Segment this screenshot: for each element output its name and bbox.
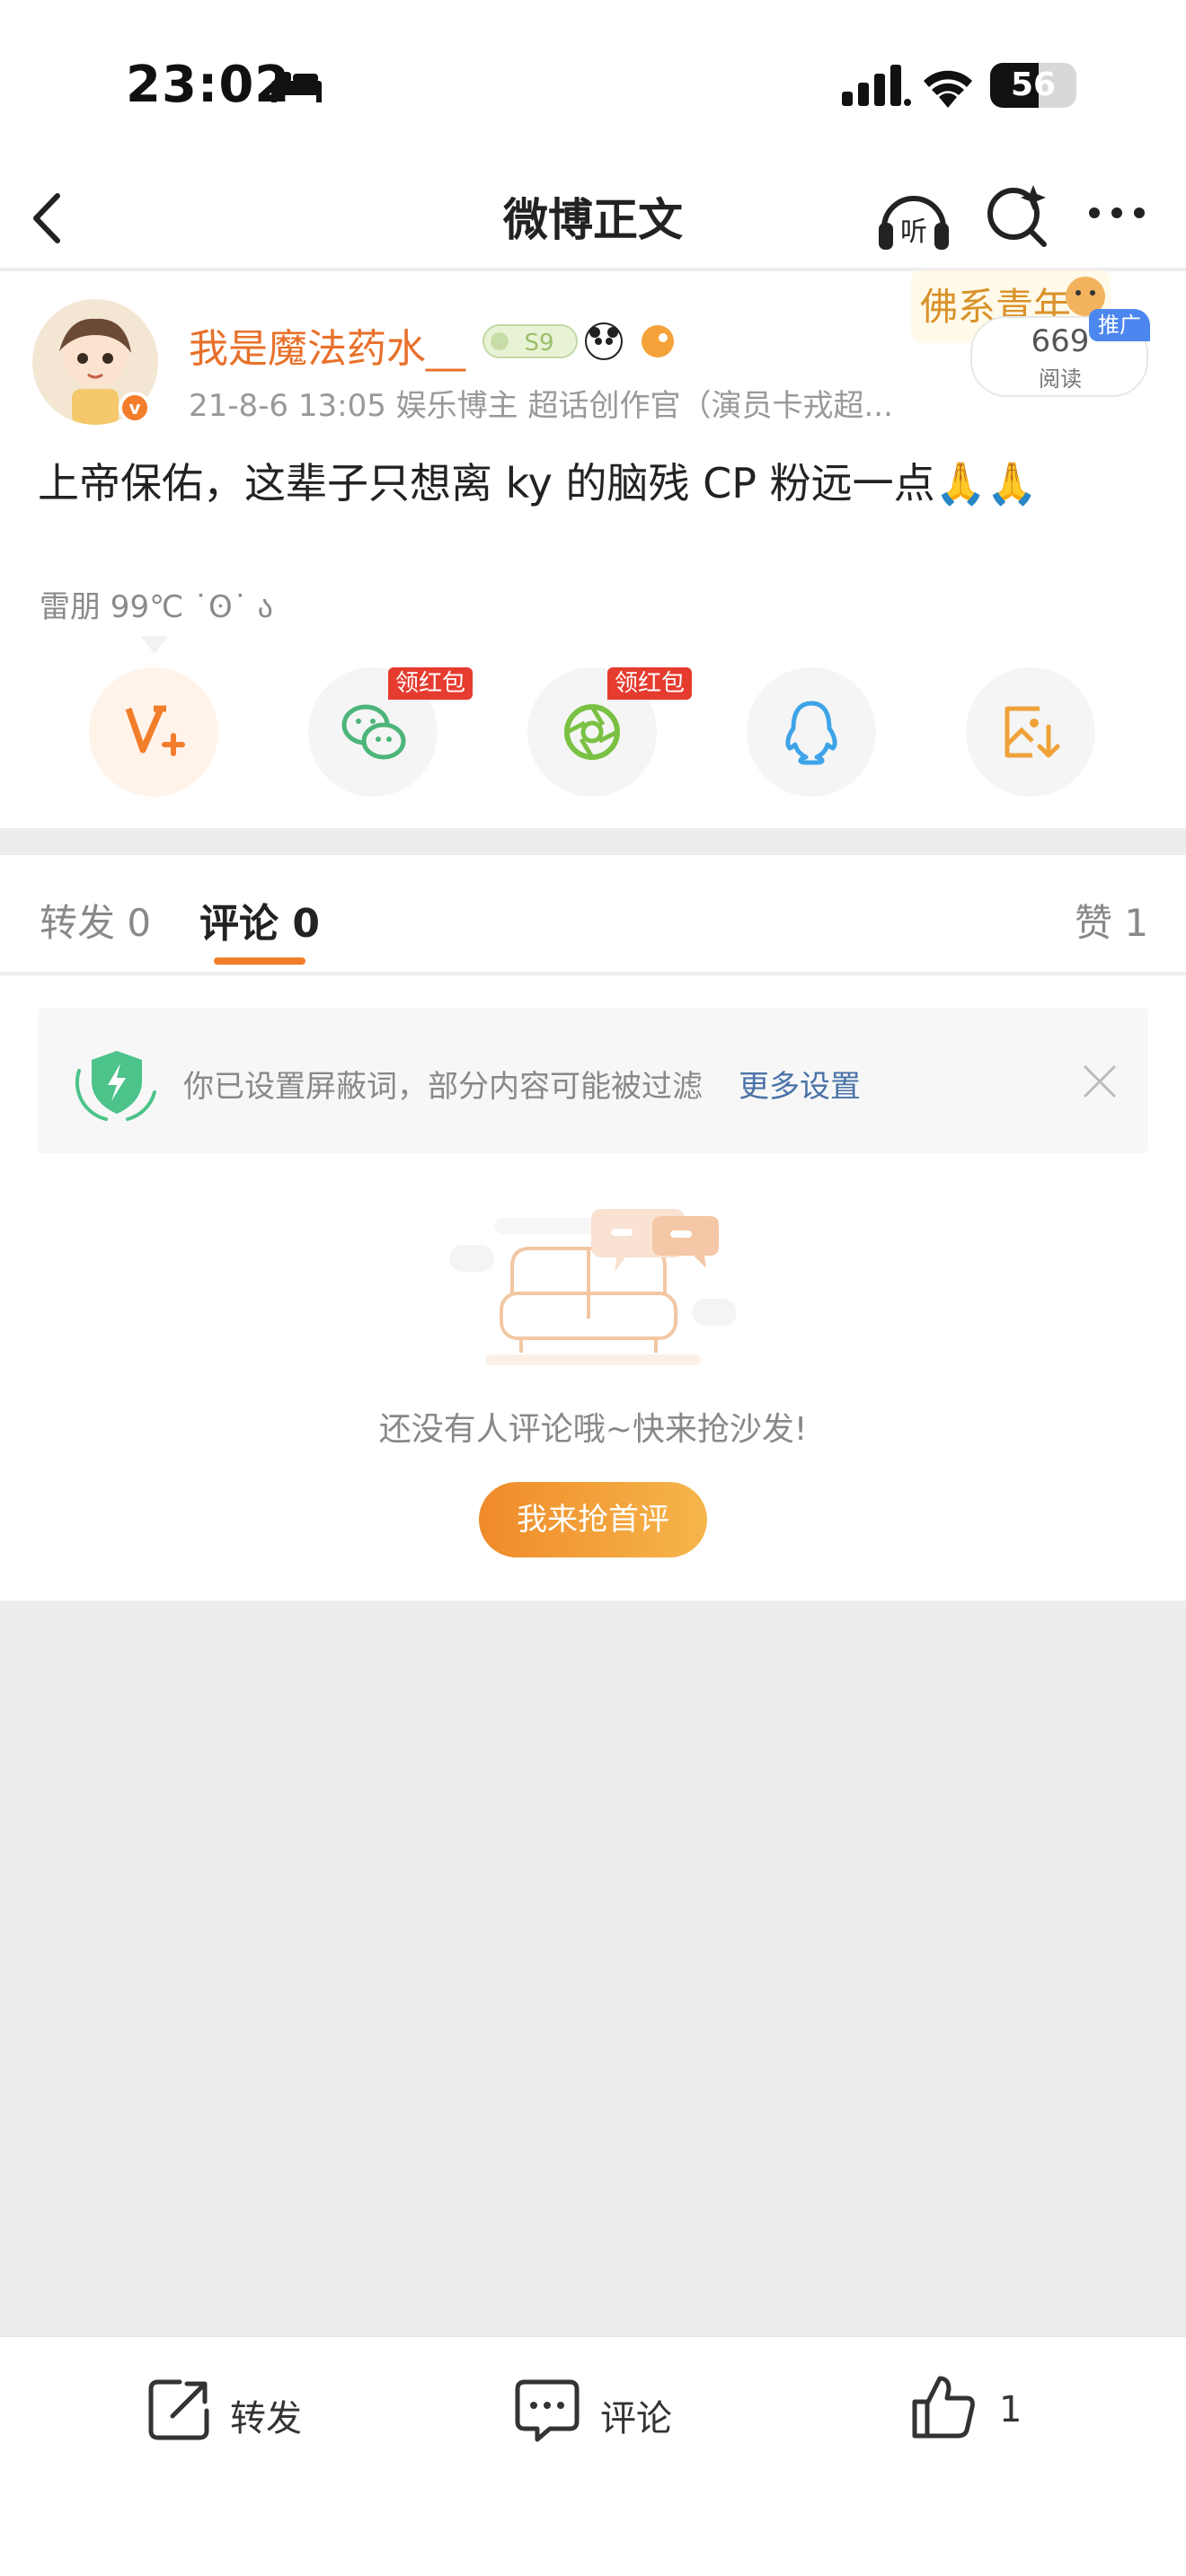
discover-icon[interactable] (981, 180, 1053, 251)
repost-icon[interactable] (144, 2375, 214, 2445)
thumbs-up-icon[interactable] (909, 2371, 979, 2441)
status-time: 23:02 (126, 56, 291, 114)
more-settings-link[interactable]: 更多设置 (739, 1062, 861, 1106)
sofa-illustration-icon (449, 1209, 737, 1365)
shield-icon (75, 1051, 156, 1121)
tab-repost[interactable]: 转发 0 (40, 893, 151, 948)
comment-button-label[interactable]: 评论 (600, 2389, 672, 2441)
tab-comment[interactable]: 评论 0 (199, 891, 320, 948)
moments-icon (564, 704, 620, 760)
tabs-bar (0, 855, 1186, 974)
wechat-icon (341, 704, 406, 760)
first-comment-button[interactable]: 我来抢首评 (479, 1482, 707, 1557)
post-meta: 21-8-6 13:05 娱乐博主 超话创作官（演员卡戎超... (189, 388, 893, 424)
like-count[interactable]: 1 (999, 2389, 1022, 2430)
user-badges-icon: S9 (482, 322, 674, 360)
vplus-icon (125, 705, 185, 756)
svg-text:S9: S9 (524, 330, 553, 357)
qq-icon (785, 701, 837, 765)
save-image-button[interactable] (966, 667, 1095, 797)
listen-icon[interactable]: 听 (873, 178, 954, 259)
filter-notice-text: 你已设置屏蔽词，部分内容可能被过滤 (183, 1069, 703, 1105)
pointer-icon (140, 636, 169, 654)
tab-active-indicator (214, 957, 305, 965)
bed-icon (271, 72, 322, 102)
battery-level: 56 (1010, 66, 1057, 103)
red-packet-tag: 领红包 (388, 667, 474, 700)
battery-indicator: 56 (990, 63, 1076, 108)
read-label: 阅读 (1039, 366, 1082, 392)
share-hint: 雷朋 99℃ ˙ʘ˙ ა (40, 589, 273, 625)
bottom-action-bar (0, 2335, 1186, 2576)
read-count: 669 (1031, 323, 1090, 359)
repost-button-label[interactable]: 转发 (230, 2389, 302, 2441)
save-image-icon (1005, 706, 1060, 758)
signal-icon (842, 65, 911, 106)
wifi-icon (924, 70, 972, 108)
comment-icon[interactable] (512, 2375, 582, 2445)
share-qq-button[interactable] (747, 667, 876, 797)
close-icon[interactable] (1080, 1062, 1120, 1101)
empty-state-text: 还没有人评论哦~快来抢沙发! (378, 1411, 808, 1448)
tab-like[interactable]: 赞 1 (1075, 893, 1148, 948)
username[interactable]: 我是魔法药水__ (189, 316, 465, 374)
verified-badge: v (119, 392, 151, 424)
red-packet-tag: 领红包 (607, 667, 693, 700)
share-weibo-vplus-button[interactable] (89, 667, 218, 797)
post-text: 上帝保佑，这辈子只想离 ky 的脑残 CP 粉远一点🙏🙏 (38, 459, 1039, 507)
more-icon[interactable] (1085, 190, 1148, 235)
svg-text:听: 听 (900, 216, 927, 248)
